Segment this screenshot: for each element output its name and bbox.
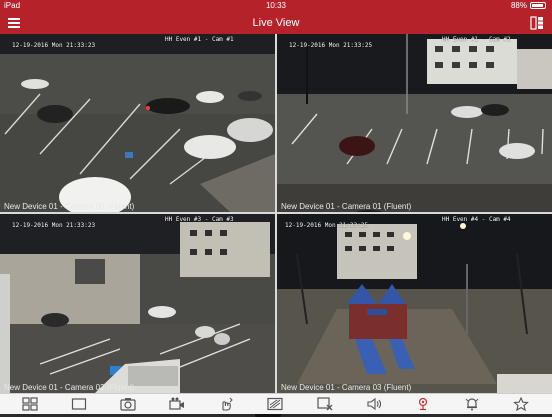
- window-layout-icon[interactable]: [530, 16, 544, 30]
- camera-feed-1: [277, 34, 552, 212]
- navigation-bar: Live View: [0, 12, 552, 34]
- single-window-icon[interactable]: [71, 397, 87, 411]
- battery-level: 88%: [510, 1, 527, 10]
- talk-icon[interactable]: [415, 397, 431, 411]
- audio-icon[interactable]: [366, 397, 382, 411]
- camera-label: New Device 01 - Camera 01 (Fluent): [281, 202, 412, 211]
- capture-icon[interactable]: [120, 397, 136, 411]
- quality-icon[interactable]: [267, 397, 283, 411]
- osd-datetime: 12-19-2016 Mon 21:33:23: [12, 222, 96, 229]
- osd-datetime: 12-19-2016 Mon 21:33:23: [12, 42, 96, 49]
- camera-label: New Device 01 - Camera 02 (Fluent): [4, 383, 135, 392]
- camera-feed-0: [0, 34, 275, 212]
- record-icon[interactable]: [169, 397, 185, 411]
- layout-icon[interactable]: [22, 397, 38, 411]
- osd-camera-name: HH Even #1 - Cam #2: [442, 36, 511, 43]
- favorite-icon[interactable]: [513, 396, 529, 412]
- battery-status: 88%: [511, 0, 546, 12]
- camera-feed-2: [0, 214, 275, 393]
- osd-datetime: 12-19-2016 Mon 21:33:25: [285, 222, 369, 229]
- osd-datetime: 12-19-2016 Mon 21:33:25: [289, 42, 373, 49]
- camera-tile-0[interactable]: 12-19-2016 Mon 21:33:23 HH Even #1 - Cam…: [0, 34, 275, 212]
- page-title: Live View: [252, 17, 300, 29]
- alarm-icon[interactable]: [464, 397, 480, 411]
- bottom-toolbar: [0, 393, 552, 414]
- live-view-grid: 12-19-2016 Mon 21:33:23 HH Even #1 - Cam…: [0, 34, 552, 417]
- camera-label: New Device 01 - Camera 03 (Fluent): [281, 383, 412, 392]
- camera-tile-2[interactable]: 12-19-2016 Mon 21:33:23 HH Even #3 - Cam…: [0, 214, 275, 393]
- osd-camera-name: HH Even #4 - Cam #4: [442, 216, 511, 223]
- osd-camera-name: HH Even #1 - Cam #1: [165, 36, 234, 43]
- battery-icon: [530, 2, 546, 9]
- close-all-icon[interactable]: [317, 397, 333, 411]
- status-bar: iPad 10:33 88%: [0, 0, 552, 12]
- camera-tile-1[interactable]: 12-19-2016 Mon 21:33:25 HH Even #1 - Cam…: [277, 34, 552, 212]
- osd-camera-name: HH Even #3 - Cam #3: [165, 216, 234, 223]
- camera-label: New Device 01 - Camera 00 (Fluent): [4, 202, 135, 211]
- camera-feed-3: [277, 214, 552, 393]
- ptz-icon[interactable]: [218, 397, 234, 411]
- clock: 10:33: [265, 1, 287, 10]
- camera-tile-3[interactable]: 12-19-2016 Mon 21:33:25 HH Even #4 - Cam…: [277, 214, 552, 393]
